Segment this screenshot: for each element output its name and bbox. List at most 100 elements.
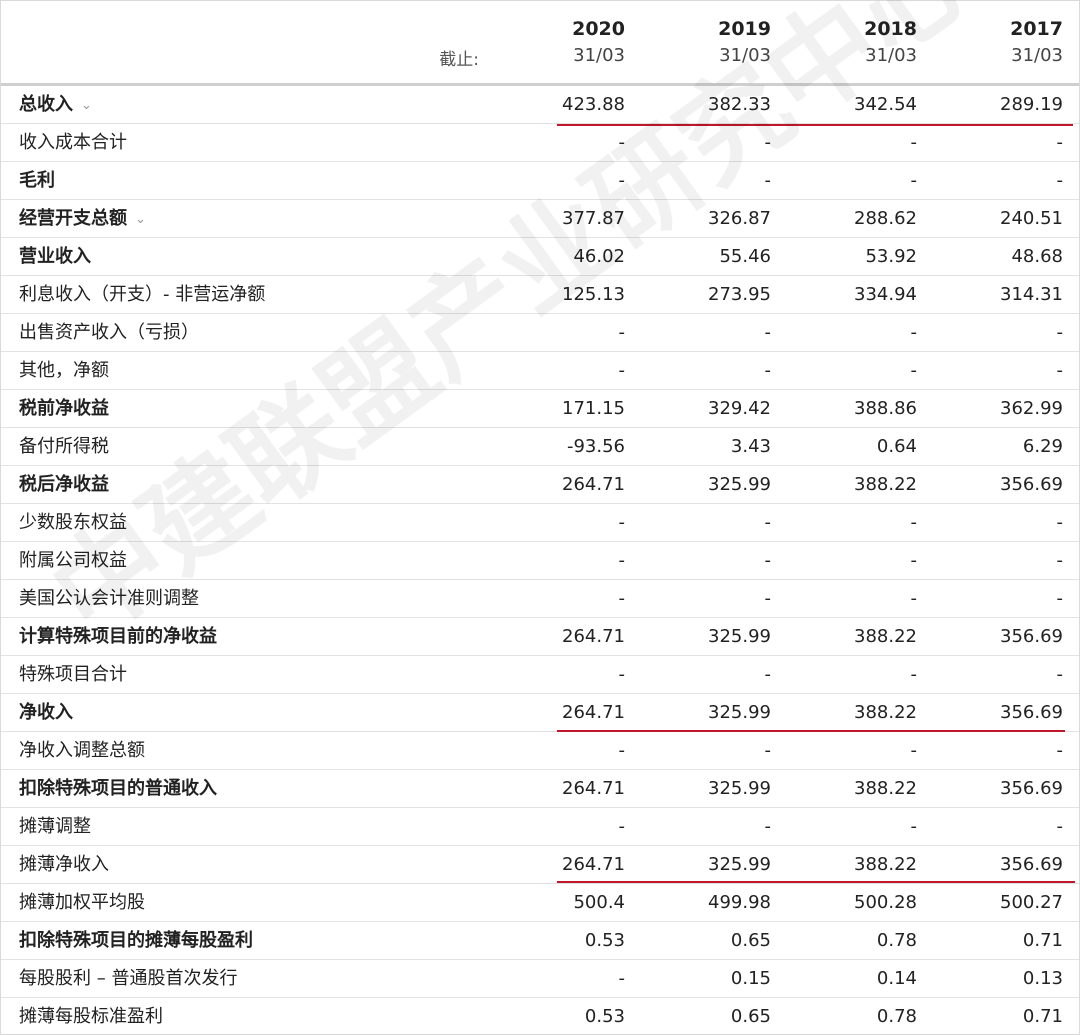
table-row: 备付所得税 -93.56 3.43 0.64 6.29: [1, 428, 1079, 466]
row-label: 特殊项目合计: [19, 664, 127, 685]
cell-value: -: [910, 740, 918, 761]
column-date: 31/03: [573, 45, 625, 66]
cell-value: 125.13: [562, 284, 625, 305]
cell-value: 356.69: [1000, 474, 1063, 495]
cell-value: -: [910, 588, 918, 609]
cell-value: 0.71: [1022, 930, 1063, 951]
cell-value: 240.51: [1000, 208, 1063, 229]
cell-value: -: [618, 816, 626, 837]
cell-value: 388.86: [854, 398, 917, 419]
column-header-2018: 2018 31/03: [777, 17, 917, 69]
cell-value: -: [1056, 588, 1064, 609]
cell-value: -: [764, 664, 772, 685]
table-row: 毛利 - - - -: [1, 162, 1079, 200]
table-row: 摊薄调整 - - - -: [1, 808, 1079, 846]
table-row: 净收入 264.71 325.99 388.22 356.69: [1, 694, 1079, 732]
row-label: 税前净收益: [19, 398, 109, 419]
cell-value: 264.71: [562, 778, 625, 799]
cell-value: -: [764, 170, 772, 191]
table-row: 附属公司权益 - - - -: [1, 542, 1079, 580]
cell-value: -: [910, 550, 918, 571]
table-row: 营业收入 46.02 55.46 53.92 48.68: [1, 238, 1079, 276]
table-row: 收入成本合计 - - - -: [1, 124, 1079, 162]
table-row: 净收入调整总额 - - - -: [1, 732, 1079, 770]
table-row: 摊薄净收入 264.71 325.99 388.22 356.69: [1, 846, 1079, 884]
cell-value: 55.46: [719, 246, 771, 267]
table-row: 美国公认会计准则调整 - - - -: [1, 580, 1079, 618]
cell-value: 0.15: [730, 968, 771, 989]
table-row: 其他，净额 - - - -: [1, 352, 1079, 390]
cell-value: 334.94: [854, 284, 917, 305]
cell-value: 46.02: [573, 246, 625, 267]
cell-value: 325.99: [708, 778, 771, 799]
row-label: 出售资产收入（亏损）: [19, 322, 199, 343]
row-label: 扣除特殊项目的摊薄每股盈利: [19, 930, 253, 951]
cell-value: -: [910, 360, 918, 381]
table-row: 税后净收益 264.71 325.99 388.22 356.69: [1, 466, 1079, 504]
cell-value: -: [764, 132, 772, 153]
cell-value: 342.54: [854, 94, 917, 115]
cell-value: -: [618, 322, 626, 343]
cell-value: 356.69: [1000, 626, 1063, 647]
cell-value: -: [618, 588, 626, 609]
row-label: 备付所得税: [19, 436, 109, 457]
column-year: 2018: [864, 18, 917, 40]
cell-value: -: [910, 170, 918, 191]
row-label: 毛利: [19, 170, 55, 191]
row-label: 摊薄调整: [19, 816, 91, 837]
cell-value: -: [1056, 664, 1064, 685]
column-header-2017: 2017 31/03: [923, 17, 1063, 69]
cell-value: 264.71: [562, 854, 625, 875]
cell-value: -: [764, 816, 772, 837]
column-header-2020: 2020 31/03: [485, 17, 625, 69]
cell-value: -: [764, 322, 772, 343]
cell-value: 388.22: [854, 702, 917, 723]
cell-value: 388.22: [854, 778, 917, 799]
table-row: 摊薄加权平均股 500.4 499.98 500.28 500.27: [1, 884, 1079, 922]
cell-value: 362.99: [1000, 398, 1063, 419]
row-label: 计算特殊项目前的净收益: [19, 626, 217, 647]
chevron-down-icon[interactable]: ⌄: [81, 87, 92, 124]
cell-value: 0.53: [584, 930, 625, 951]
row-label[interactable]: 经营开支总额 ⌄: [19, 200, 146, 237]
financial-table: 截止: 2020 31/03 2019 31/03 2018 31/03 201…: [0, 0, 1080, 1035]
cell-value: 314.31: [1000, 284, 1063, 305]
cell-value: 264.71: [562, 474, 625, 495]
row-label: 附属公司权益: [19, 550, 127, 571]
row-label: 摊薄每股标准盈利: [19, 1006, 163, 1027]
table-row: 总收入 ⌄ 423.88 382.33 342.54 289.19: [1, 86, 1079, 124]
column-date: 31/03: [719, 45, 771, 66]
table-row: 出售资产收入（亏损） - - - -: [1, 314, 1079, 352]
cell-value: -: [1056, 170, 1064, 191]
cell-value: -: [764, 740, 772, 761]
cell-value: 0.13: [1022, 968, 1063, 989]
cell-value: -: [910, 664, 918, 685]
cell-value: 423.88: [562, 94, 625, 115]
table-row: 税前净收益 171.15 329.42 388.86 362.99: [1, 390, 1079, 428]
row-label[interactable]: 总收入 ⌄: [19, 86, 92, 123]
cell-value: 0.78: [876, 1006, 917, 1027]
cell-value: 388.22: [854, 854, 917, 875]
row-label: 收入成本合计: [19, 132, 127, 153]
table-row: 计算特殊项目前的净收益 264.71 325.99 388.22 356.69: [1, 618, 1079, 656]
row-label: 净收入: [19, 702, 73, 723]
cell-value: 3.43: [730, 436, 771, 457]
cell-value: 326.87: [708, 208, 771, 229]
cell-value: -: [910, 132, 918, 153]
cell-value: -: [910, 816, 918, 837]
cell-value: 0.14: [876, 968, 917, 989]
row-label: 美国公认会计准则调整: [19, 588, 199, 609]
cell-value: 500.27: [1000, 892, 1063, 913]
cell-value: 6.29: [1022, 436, 1063, 457]
cell-value: -93.56: [566, 436, 625, 457]
table-row: 每股股利 – 普通股首次发行 - 0.15 0.14 0.13: [1, 960, 1079, 998]
column-year: 2020: [572, 18, 625, 40]
cell-value: 264.71: [562, 626, 625, 647]
highlight-underline: [557, 730, 1065, 732]
cell-value: -: [618, 512, 626, 533]
chevron-down-icon[interactable]: ⌄: [135, 201, 146, 238]
cell-value: 273.95: [708, 284, 771, 305]
row-label: 税后净收益: [19, 474, 109, 495]
table-row: 经营开支总额 ⌄ 377.87 326.87 288.62 240.51: [1, 200, 1079, 238]
highlight-underline: [557, 881, 1075, 883]
